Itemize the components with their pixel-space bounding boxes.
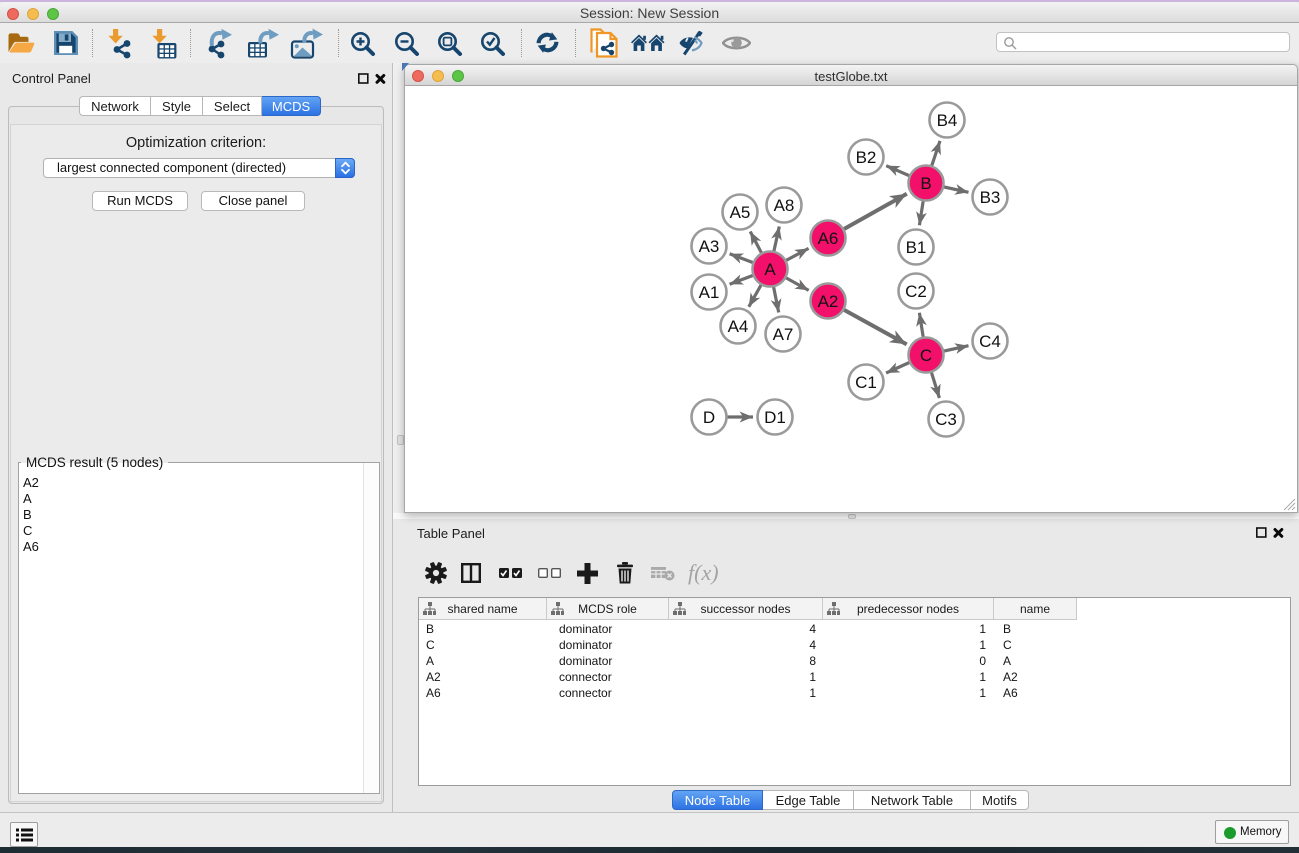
svg-text:D1: D1 bbox=[764, 408, 786, 427]
svg-text:A2: A2 bbox=[818, 292, 839, 311]
svg-text:B2: B2 bbox=[856, 148, 877, 167]
svg-text:A7: A7 bbox=[773, 325, 794, 344]
svg-text:C: C bbox=[920, 346, 932, 365]
svg-text:A6: A6 bbox=[818, 229, 839, 248]
svg-text:A8: A8 bbox=[774, 196, 795, 215]
svg-text:C3: C3 bbox=[935, 410, 957, 429]
svg-text:A: A bbox=[764, 260, 776, 279]
svg-text:C1: C1 bbox=[855, 373, 877, 392]
svg-text:C2: C2 bbox=[905, 282, 927, 301]
svg-text:A4: A4 bbox=[728, 317, 749, 336]
svg-text:B: B bbox=[920, 174, 931, 193]
svg-text:B3: B3 bbox=[980, 188, 1001, 207]
svg-text:A1: A1 bbox=[699, 283, 720, 302]
svg-text:B1: B1 bbox=[906, 238, 927, 257]
svg-text:A5: A5 bbox=[730, 203, 751, 222]
svg-text:B4: B4 bbox=[937, 111, 958, 130]
svg-text:A3: A3 bbox=[699, 237, 720, 256]
svg-text:C4: C4 bbox=[979, 332, 1001, 351]
svg-text:D: D bbox=[703, 408, 715, 427]
